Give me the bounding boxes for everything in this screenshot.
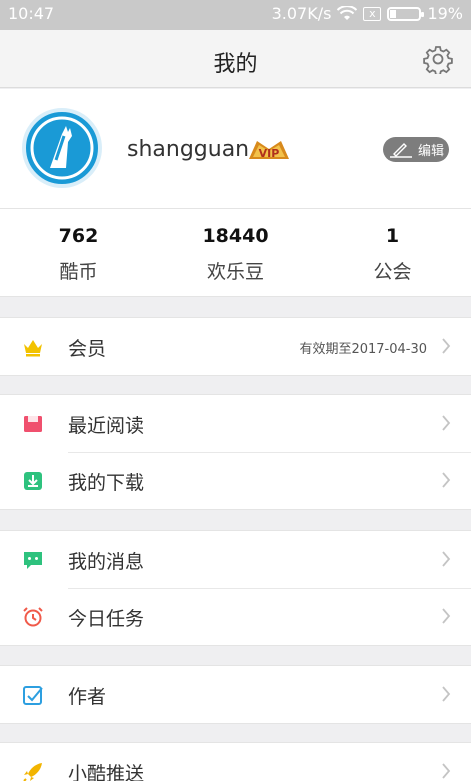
stat-value: 1 bbox=[385, 225, 400, 247]
menu-label: 今日任务 bbox=[68, 608, 145, 630]
membership-expiry: 有效期至2017-04-30 bbox=[299, 342, 427, 357]
download-icon bbox=[24, 472, 42, 490]
gear-icon[interactable] bbox=[423, 44, 453, 74]
menu-item-author[interactable]: 作者 bbox=[0, 666, 471, 723]
stat-guild[interactable]: 1 公会 bbox=[314, 225, 471, 284]
stat-coins[interactable]: 762 酷币 bbox=[0, 225, 157, 284]
chevron-right-icon bbox=[442, 472, 451, 488]
menu-group-author: 作者 bbox=[0, 665, 471, 724]
stat-value: 18440 bbox=[202, 225, 269, 247]
stat-beans[interactable]: 18440 欢乐豆 bbox=[157, 225, 314, 284]
chevron-right-icon bbox=[442, 763, 451, 779]
menu-group-activity: 我的消息 今日任务 bbox=[0, 530, 471, 646]
menu-item-member[interactable]: 会员 有效期至2017-04-30 bbox=[0, 318, 471, 375]
chevron-right-icon bbox=[442, 415, 451, 431]
network-speed: 3.07K/s bbox=[271, 4, 332, 23]
menu-label: 我的下载 bbox=[68, 472, 145, 494]
book-icon bbox=[24, 416, 42, 432]
title-bar: 我的 bbox=[0, 30, 471, 88]
battery-icon bbox=[387, 6, 425, 21]
menu-group-push: 小酷推送 bbox=[0, 742, 471, 781]
pencil-icon bbox=[389, 142, 412, 158]
edit-profile-button[interactable]: 编辑 bbox=[383, 137, 449, 162]
app-logo-icon bbox=[30, 116, 94, 180]
battery-percent: 19% bbox=[427, 4, 463, 23]
vip-badge-icon: VIP bbox=[249, 141, 289, 160]
menu-item-tasks[interactable]: 今日任务 bbox=[0, 588, 471, 645]
menu-item-downloads[interactable]: 我的下载 bbox=[0, 452, 471, 509]
message-icon bbox=[24, 552, 42, 569]
menu-item-recent-read[interactable]: 最近阅读 bbox=[0, 395, 471, 452]
crown-icon bbox=[24, 340, 42, 357]
menu-label: 会员 bbox=[68, 338, 107, 360]
status-bar: 10:47 3.07K/s x 19% bbox=[0, 0, 471, 30]
menu-item-messages[interactable]: 我的消息 bbox=[0, 531, 471, 588]
menu-label: 作者 bbox=[68, 686, 107, 708]
chevron-right-icon bbox=[442, 338, 451, 354]
alarm-clock-icon bbox=[23, 607, 43, 627]
edit-label: 编辑 bbox=[417, 144, 444, 159]
menu-item-push[interactable]: 小酷推送 bbox=[0, 743, 471, 781]
username: shangguan bbox=[127, 137, 250, 162]
stat-label: 欢乐豆 bbox=[206, 261, 264, 283]
vip-label: VIP bbox=[259, 147, 280, 160]
chevron-right-icon bbox=[442, 608, 451, 624]
edit-box-icon bbox=[23, 686, 43, 705]
page-title: 我的 bbox=[213, 52, 258, 77]
chevron-right-icon bbox=[442, 551, 451, 567]
profile-card: shangguan VIP 编辑 bbox=[0, 89, 471, 209]
menu-label: 我的消息 bbox=[68, 551, 145, 573]
wifi-icon bbox=[337, 5, 358, 20]
menu-label: 最近阅读 bbox=[68, 415, 145, 437]
chevron-right-icon bbox=[442, 686, 451, 702]
status-right: 3.07K/s x 19% bbox=[272, 4, 463, 23]
rocket-icon bbox=[23, 763, 42, 781]
menu-label: 小酷推送 bbox=[68, 763, 145, 781]
status-time: 10:47 bbox=[8, 4, 55, 23]
menu-group-content: 最近阅读 我的下载 bbox=[0, 394, 471, 510]
stat-label: 公会 bbox=[373, 261, 412, 283]
sim-icon: x bbox=[363, 6, 382, 21]
avatar[interactable] bbox=[22, 108, 102, 188]
stat-value: 762 bbox=[58, 225, 99, 247]
stats-bar: 762 酷币 18440 欢乐豆 1 公会 bbox=[0, 209, 471, 297]
menu-group-member: 会员 有效期至2017-04-30 bbox=[0, 317, 471, 376]
stat-label: 酷币 bbox=[59, 261, 98, 283]
